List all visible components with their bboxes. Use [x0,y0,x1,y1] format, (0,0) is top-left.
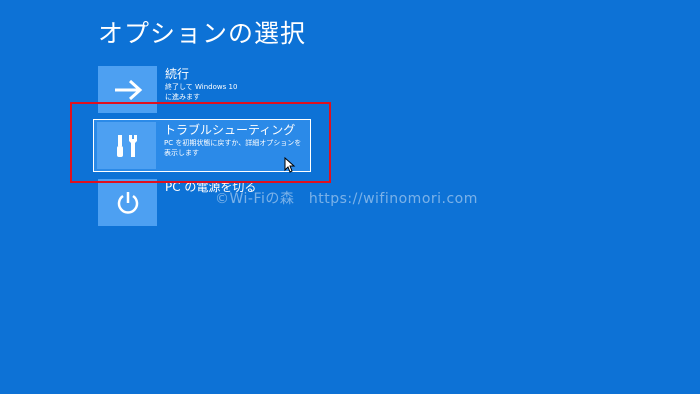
troubleshoot-option[interactable]: トラブルシューティング PC を初期状態に戻すか、詳細オプションを 表示します [93,119,311,172]
continue-tile[interactable] [98,66,157,113]
power-off-tile[interactable] [98,179,157,226]
troubleshoot-description: PC を初期状態に戻すか、詳細オプションを 表示します [164,139,302,157]
troubleshoot-label: トラブルシューティング [164,123,296,137]
continue-option[interactable]: 続行 終了して Windows 10 に進みます [98,66,320,113]
arrow-right-icon [114,79,142,100]
continue-description: 終了して Windows 10 に進みます [165,83,238,101]
mouse-cursor-icon [284,157,296,173]
page-title: オプションの選択 [98,19,307,48]
power-icon [117,191,138,214]
watermark: ©Wi-Fiの森 https://wifinomori.com [215,191,478,207]
continue-label: 続行 [165,67,190,81]
troubleshoot-tile[interactable] [97,122,156,169]
tools-icon [116,134,137,157]
